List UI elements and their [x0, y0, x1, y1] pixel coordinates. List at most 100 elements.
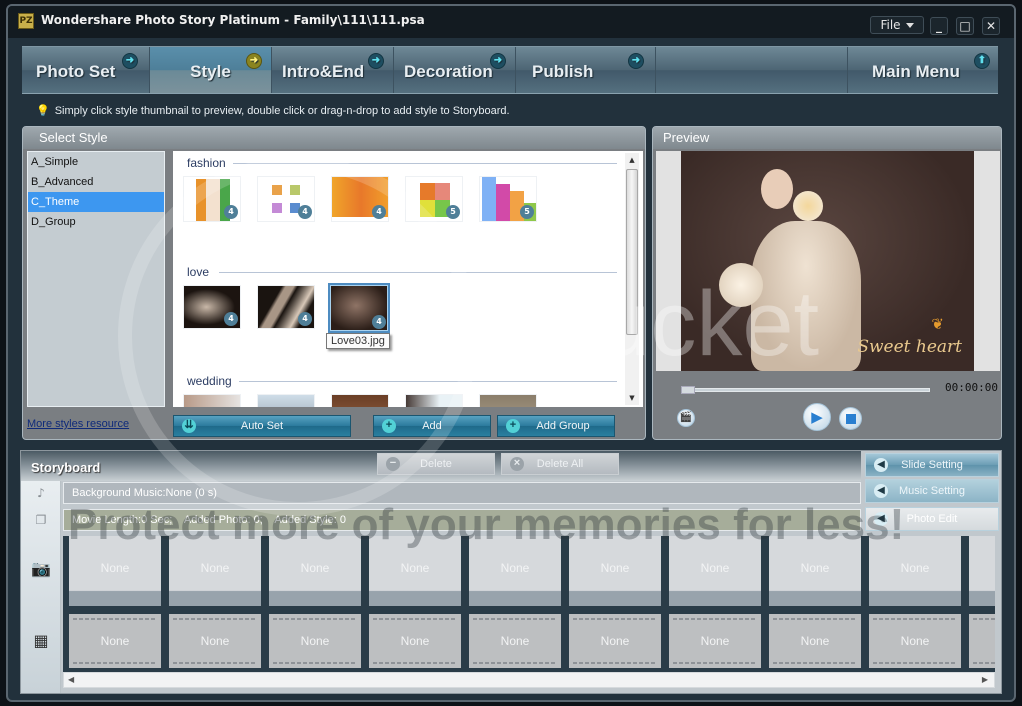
style-thumbnail[interactable] — [257, 394, 315, 407]
auto-set-button[interactable]: ⇊ Auto Set — [173, 415, 351, 437]
add-group-button[interactable]: + Add Group — [497, 415, 615, 437]
style-slot[interactable] — [969, 614, 995, 668]
photo-edit-button[interactable]: ◀ Photo Edit — [865, 507, 999, 531]
style-slot[interactable]: None — [669, 614, 761, 668]
style-category-item[interactable]: D_Group — [28, 212, 164, 232]
divider — [233, 163, 617, 164]
seek-handle[interactable] — [681, 386, 695, 394]
count-badge: 4 — [298, 312, 312, 326]
panel-title: Preview — [653, 127, 1001, 149]
style-slot[interactable]: None — [569, 614, 661, 668]
button-label: Delete All — [536, 458, 584, 470]
select-style-panel: Select Style A_Simple B_Advanced C_Theme… — [22, 126, 646, 440]
style-thumbnail[interactable] — [183, 394, 241, 407]
style-slot[interactable]: None — [169, 614, 261, 668]
preview-canvas[interactable]: ❦ Sweet heart — [656, 151, 1000, 371]
style-thumbnail[interactable] — [479, 394, 537, 407]
button-label: Slide Setting — [901, 459, 963, 471]
photo-slot[interactable]: None — [669, 536, 761, 606]
photo-slot[interactable]: None — [869, 536, 961, 606]
delete-all-button[interactable]: × Delete All — [501, 453, 619, 475]
window-title: Wondershare Photo Story Platinum - Famil… — [41, 13, 425, 27]
style-category-item[interactable]: B_Advanced — [28, 172, 164, 192]
style-thumbnail[interactable]: 4 — [183, 285, 241, 329]
snapshot-button[interactable]: 🎬 — [677, 409, 695, 427]
style-category-item[interactable]: C_Theme — [28, 192, 164, 212]
scrollbar-thumb[interactable] — [626, 169, 638, 335]
style-slot[interactable]: None — [869, 614, 961, 668]
style-thumbnail[interactable] — [405, 394, 463, 407]
divider — [239, 381, 617, 382]
thumbnail-scrollbar[interactable]: ▲ ▼ — [625, 153, 639, 405]
playback-seek-bar[interactable] — [681, 386, 930, 394]
arrow-right-icon: ➜ — [246, 53, 262, 69]
style-thumbnail[interactable]: 5 — [405, 176, 463, 222]
tab-intro-end[interactable]: Intro&End ➜ — [272, 47, 394, 93]
style-thumbnail[interactable]: 4 — [257, 285, 315, 329]
photo-slot[interactable]: None — [569, 536, 661, 606]
play-button[interactable]: ▶ — [803, 403, 831, 431]
add-button[interactable]: + Add — [373, 415, 491, 437]
photo-story-icon: PZ — [18, 13, 34, 29]
file-menu-button[interactable]: File — [870, 16, 924, 34]
preview-image: ❦ Sweet heart — [681, 151, 974, 371]
style-thumbnail-selected[interactable]: 4 — [328, 283, 390, 333]
thumbnail-image — [290, 185, 300, 195]
style-slot[interactable]: None — [69, 614, 161, 668]
close-button[interactable]: ✕ — [982, 17, 1000, 35]
arrow-right-icon: ➜ — [490, 53, 506, 69]
photo-slot[interactable]: None — [69, 536, 161, 606]
style-thumbnail[interactable] — [331, 394, 389, 407]
photo-slot[interactable]: None — [769, 536, 861, 606]
storyboard-scrollbar[interactable]: ◀ ▶ — [63, 672, 995, 688]
movie-info-icon: ❐ — [35, 513, 47, 527]
tab-decoration[interactable]: Decoration ➜ — [394, 47, 516, 93]
arrow-left-icon: ◀ — [874, 512, 888, 526]
background-music-bar[interactable]: Background Music:None (0 s) — [63, 482, 861, 504]
scroll-down-icon[interactable]: ▼ — [625, 391, 639, 405]
photo-slot[interactable]: None — [169, 536, 261, 606]
photo-slot[interactable]: None — [469, 536, 561, 606]
more-styles-link[interactable]: More styles resource — [27, 418, 129, 430]
maximize-button[interactable]: □ — [956, 17, 974, 35]
tab-style[interactable]: Style ➜ — [150, 47, 272, 93]
thumbnail-image — [272, 185, 282, 195]
style-slot[interactable]: None — [269, 614, 361, 668]
scroll-right-icon[interactable]: ▶ — [982, 673, 988, 687]
count-badge: 4 — [298, 205, 312, 219]
count-badge: 5 — [446, 205, 460, 219]
nav-spacer — [656, 47, 848, 93]
style-thumbnail[interactable]: 4 — [331, 176, 389, 222]
style-slot[interactable]: None — [769, 614, 861, 668]
style-category-item[interactable]: A_Simple — [28, 152, 164, 172]
photo-slot[interactable]: None — [369, 536, 461, 606]
close-circle-icon: × — [510, 457, 524, 471]
style-slot[interactable]: None — [369, 614, 461, 668]
count-badge: 5 — [520, 205, 534, 219]
photo-slot[interactable] — [969, 536, 995, 606]
tab-publish[interactable]: Publish ➜ — [516, 47, 656, 93]
lightbulb-icon: 💡 — [36, 105, 50, 117]
storyboard-track-icons: ♪ ❐ 📷 ▦ — [21, 481, 61, 693]
butterfly-icon: ❦ — [931, 315, 944, 333]
delete-button[interactable]: − Delete — [377, 453, 495, 475]
style-slot[interactable]: None — [469, 614, 561, 668]
style-thumbnail[interactable]: 4 — [183, 176, 241, 222]
main-menu-button[interactable]: Main Menu ⬆ — [848, 47, 998, 93]
tab-photo-set[interactable]: Photo Set ➜ — [22, 47, 150, 93]
style-thumbnail[interactable]: 4 — [257, 176, 315, 222]
minimize-button[interactable]: _ — [930, 17, 948, 35]
chevron-down-icon — [905, 23, 914, 28]
overlay-text: Sweet heart — [857, 337, 962, 357]
scroll-up-icon[interactable]: ▲ — [625, 153, 639, 167]
count-badge: 4 — [372, 205, 386, 219]
style-thumbnail-grid: fashion 4 4 4 5 5 love 4 4 4 Love03.jpg … — [173, 151, 643, 407]
tab-label: Publish — [532, 62, 594, 81]
slide-setting-button[interactable]: ◀ Slide Setting — [865, 453, 999, 477]
button-label: Add Group — [536, 420, 590, 432]
scroll-left-icon[interactable]: ◀ — [68, 673, 74, 687]
style-thumbnail[interactable]: 5 — [479, 176, 537, 222]
photo-slot[interactable]: None — [269, 536, 361, 606]
stop-button[interactable] — [839, 407, 862, 430]
music-setting-button[interactable]: ◀ Music Setting — [865, 479, 999, 503]
